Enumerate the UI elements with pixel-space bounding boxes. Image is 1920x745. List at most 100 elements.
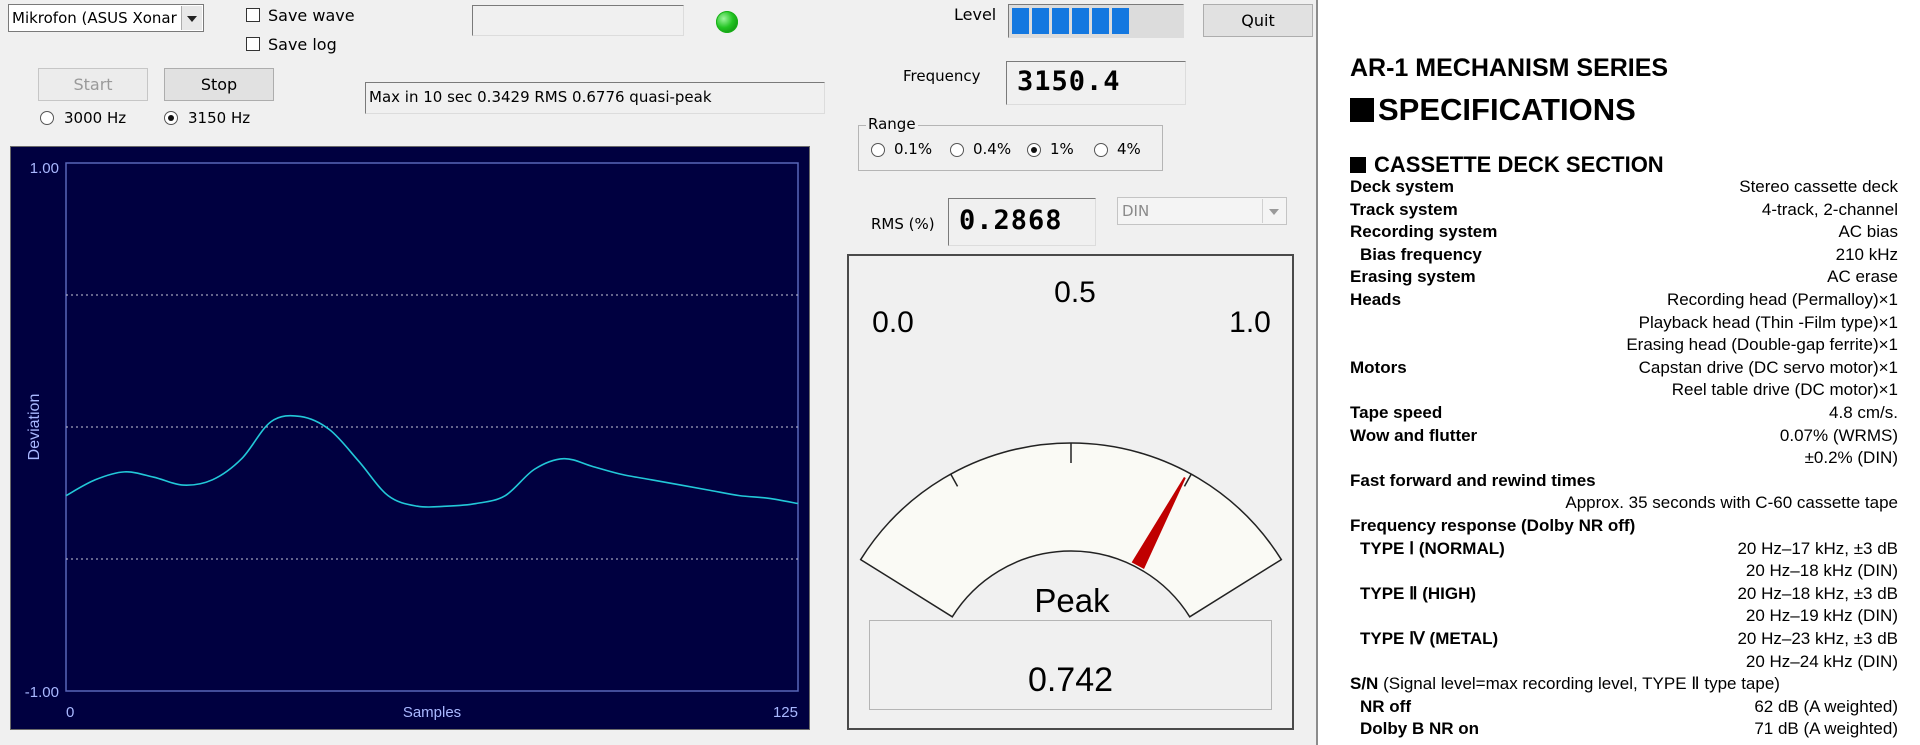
range-radio-4-label: 4% (1117, 140, 1141, 158)
spec-key: S/N (Signal level=max recording level, T… (1350, 674, 1780, 694)
level-label: Level (954, 5, 997, 24)
spec-row: Heads Recording head (Permalloy)×1 (1350, 289, 1898, 311)
quit-button[interactable]: Quit (1203, 4, 1313, 37)
frequency-label: Frequency (903, 67, 981, 85)
y-tick-bottom: -1.00 (25, 684, 59, 701)
spec-key: TYPE Ⅱ (HIGH) (1360, 583, 1477, 603)
range-radio-4[interactable] (1094, 143, 1108, 157)
spec-value: 20 Hz–18 kHz, ±3 dB (1737, 583, 1898, 603)
peak-value-display: 0.742 (869, 620, 1272, 710)
spec-value: 20 Hz–17 kHz, ±3 dB (1737, 538, 1898, 558)
spec-value: 4-track, 2-channel (1761, 199, 1898, 219)
spec-key: Recording system (1350, 222, 1498, 242)
spec-row: Tape speed 4.8 cm/s. (1350, 402, 1898, 424)
radio-3150hz-label: 3150 Hz (188, 109, 251, 127)
stop-button[interactable]: Stop (164, 68, 274, 101)
spec-key: Wow and flutter (1350, 425, 1478, 445)
spec-value: Erasing head (Double-gap ferrite)×1 (1626, 335, 1898, 355)
spec-value: Stereo cassette deck (1739, 177, 1898, 196)
spec-key: Erasing system (1350, 267, 1476, 287)
square-bullet-icon (1350, 98, 1374, 122)
spec-row: 20 Hz–19 kHz (DIN) (1350, 605, 1898, 627)
x-tick-left: 0 (66, 704, 74, 721)
spec-value: Playback head (Thin -Film type)×1 (1638, 312, 1898, 332)
spec-row: Track system 4-track, 2-channel (1350, 199, 1898, 221)
frequency-value: 3150.4 (1017, 66, 1121, 97)
spec-row: NR off 62 dB (A weighted) (1350, 696, 1898, 718)
spec-value: 71 dB (A weighted) (1754, 719, 1898, 739)
spec-value: 4.8 cm/s. (1829, 403, 1898, 422)
deviation-chart-svg: 1.00 -1.00 0 125 Samples Deviation (11, 147, 809, 729)
level-segment (1012, 8, 1029, 34)
small-square-bullet-icon (1350, 157, 1366, 173)
spec-row: Playback head (Thin -Film type)×1 (1350, 312, 1898, 334)
spec-value: 62 dB (A weighted) (1754, 696, 1898, 716)
start-button[interactable]: Start (38, 68, 148, 101)
spec-key: Track system (1350, 199, 1458, 219)
range-radio-1[interactable] (1027, 143, 1041, 157)
spec-row: Recording system AC bias (1350, 221, 1898, 243)
x-tick-right: 125 (773, 704, 798, 721)
rms-label: RMS (%) (871, 215, 935, 233)
spec-document: AR-1 MECHANISM SERIES SPECIFICATIONS CAS… (1340, 0, 1900, 745)
spec-row: Deck system Stereo cassette deck (1350, 176, 1898, 198)
flutter-meter-app: Mikrofon (ASUS Xonar I Save wave Save lo… (0, 0, 1316, 745)
spec-row: TYPE Ⅰ (NORMAL) 20 Hz–17 kHz, ±3 dB (1350, 538, 1898, 560)
status-text: Max in 10 sec 0.3429 RMS 0.6776 quasi-pe… (369, 88, 712, 106)
spec-value: ±0.2% (DIN) (1804, 448, 1898, 468)
rms-value: 0.2868 (959, 205, 1063, 236)
level-segment (1032, 8, 1049, 34)
input-device-select[interactable]: Mikrofon (ASUS Xonar I (8, 4, 204, 32)
meter-scale-mid: 0.5 (1054, 276, 1096, 309)
signal-indicator-led (716, 11, 738, 33)
section-title: SPECIFICATIONS (1378, 92, 1636, 127)
weighting-select[interactable]: DIN (1117, 197, 1287, 225)
rms-display: 0.2868 (948, 198, 1096, 246)
spec-row: Approx. 35 seconds with C-60 cassette ta… (1350, 492, 1898, 514)
spec-row: Erasing head (Double-gap ferrite)×1 (1350, 334, 1898, 356)
dropdown-arrow-icon[interactable] (181, 6, 202, 30)
meter-title: Peak (1034, 582, 1110, 619)
spec-value: 20 Hz–19 kHz (DIN) (1745, 606, 1898, 626)
spec-value: Recording head (Permalloy)×1 (1666, 290, 1898, 309)
level-bar (1008, 4, 1184, 38)
range-radio-0-4[interactable] (950, 143, 964, 157)
range-radio-1-label: 1% (1050, 140, 1074, 158)
spec-value: 0.07% (WRMS) (1779, 425, 1898, 445)
spec-value: 20 Hz–18 kHz (DIN) (1745, 561, 1898, 581)
save-wave-label: Save wave (268, 6, 355, 25)
subsection-title: CASSETTE DECK SECTION (1374, 152, 1664, 177)
radio-3000hz[interactable] (40, 111, 54, 125)
range-radio-0-4-label: 0.4% (973, 140, 1012, 158)
spec-value: AC erase (1827, 267, 1898, 287)
spec-row: 20 Hz–24 kHz (DIN) (1350, 651, 1898, 673)
meter-scale-low: 0.0 (872, 306, 914, 339)
meter-scale-high: 1.0 (1229, 306, 1271, 339)
spec-key: Motors (1350, 357, 1407, 377)
save-log-label: Save log (268, 35, 337, 54)
spec-key: TYPE Ⅳ (METAL) (1360, 629, 1499, 648)
level-segment (1112, 8, 1129, 34)
spec-key: NR off (1360, 696, 1411, 716)
spec-row: ±0.2% (DIN) (1350, 447, 1898, 469)
deviation-series-line (65, 414, 799, 508)
spec-row: TYPE Ⅱ (HIGH) 20 Hz–18 kHz, ±3 dB (1350, 583, 1898, 605)
spec-key: Frequency response (Dolby NR off) (1350, 516, 1636, 535)
spec-value: 210 kHz (1835, 244, 1898, 264)
spec-key: Tape speed (1350, 403, 1443, 422)
spec-value: Reel table drive (DC motor)×1 (1671, 380, 1898, 400)
save-wave-checkbox[interactable] (246, 8, 260, 22)
level-segment (1092, 8, 1109, 34)
specifications-heading: SPECIFICATIONS (1350, 92, 1636, 128)
spec-key: Deck system (1350, 177, 1454, 196)
range-radio-0-1[interactable] (871, 143, 885, 157)
peak-value: 0.742 (1027, 661, 1114, 699)
frequency-display: 3150.4 (1006, 61, 1186, 105)
spec-key: Heads (1350, 290, 1402, 309)
save-log-checkbox[interactable] (246, 37, 260, 51)
spec-row: 20 Hz–18 kHz (DIN) (1350, 560, 1898, 582)
range-radio-0-1-label: 0.1% (894, 140, 933, 158)
range-label: Range (866, 115, 918, 133)
weighting-dropdown-icon[interactable] (1262, 199, 1285, 223)
radio-3150hz[interactable] (164, 111, 178, 125)
